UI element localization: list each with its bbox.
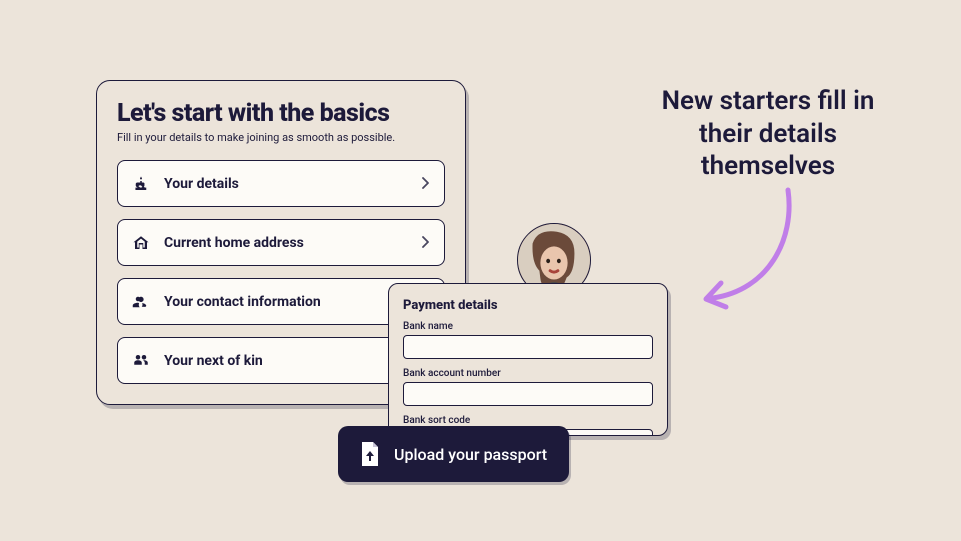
basics-title: Let's start with the basics [117, 99, 445, 128]
basics-subtitle: Fill in your details to make joining as … [117, 131, 445, 144]
bank-account-label: Bank account number [403, 368, 653, 379]
row-your-details[interactable]: Your details [117, 160, 445, 207]
row-label: Your next of kin [164, 353, 408, 369]
upload-file-icon [360, 442, 380, 466]
upload-label: Upload your passport [394, 445, 547, 464]
bank-name-input[interactable] [403, 335, 653, 359]
payment-title: Payment details [403, 298, 653, 313]
contact-icon [132, 293, 150, 311]
arrow-illustration [693, 180, 813, 330]
bank-sort-label: Bank sort code [403, 415, 653, 426]
birthday-icon [132, 175, 150, 193]
bank-account-input[interactable] [403, 382, 653, 406]
bank-name-label: Bank name [403, 321, 653, 332]
home-icon [132, 234, 150, 252]
row-label: Current home address [164, 235, 408, 251]
chevron-right-icon [422, 174, 430, 193]
promo-headline: New starters fill in their details thems… [638, 85, 898, 183]
people-icon [132, 352, 150, 370]
row-label: Your details [164, 176, 408, 192]
upload-passport-button[interactable]: Upload your passport [338, 426, 569, 482]
chevron-right-icon [422, 233, 430, 252]
row-label: Your contact information [164, 294, 408, 310]
payment-card: Payment details Bank name Bank account n… [388, 283, 668, 436]
row-address[interactable]: Current home address [117, 219, 445, 266]
